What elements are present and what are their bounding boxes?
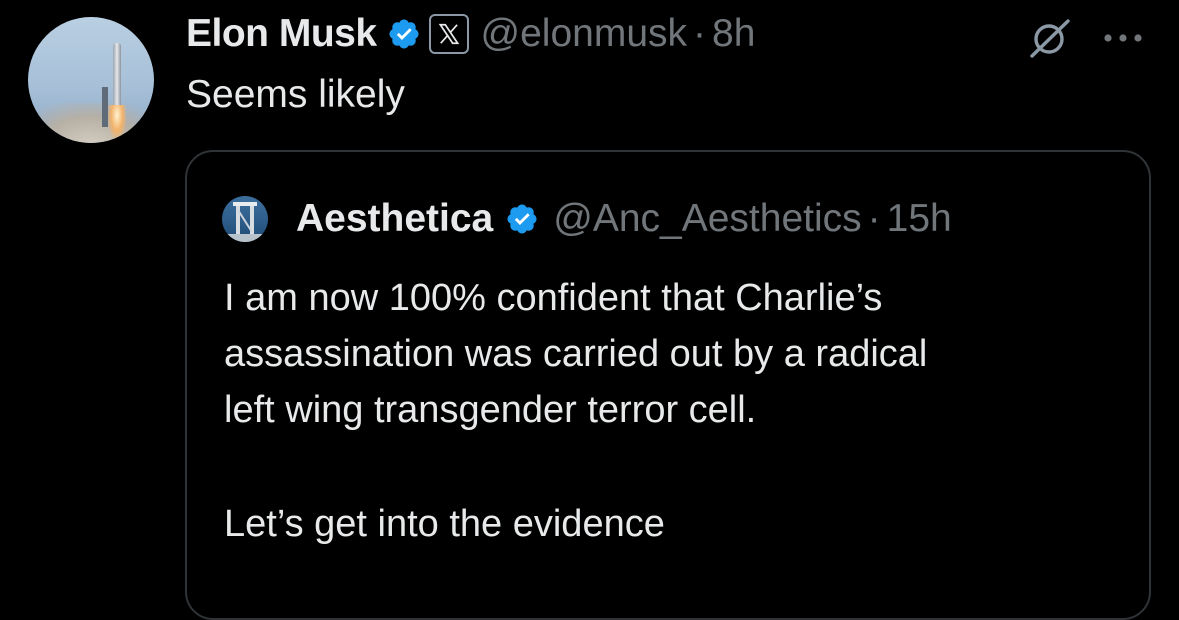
quote-text-line: I am now 100% confident that Charlie’s	[224, 277, 883, 319]
meta-separator: ·	[693, 12, 707, 55]
quote-text: I am now 100% confident that Charlie’s a…	[224, 270, 927, 552]
author-avatar[interactable]	[28, 17, 154, 143]
avatar-smoke	[28, 103, 154, 143]
avatar-flame	[108, 105, 126, 139]
tweet-header: Elon Musk @elonmusk · 8h	[186, 12, 755, 56]
more-dots-icon[interactable]	[1103, 30, 1147, 42]
quote-author-name[interactable]: Aesthetica	[296, 197, 493, 241]
quote-timestamp[interactable]: 15h	[887, 197, 952, 241]
quote-text-line: assassination was carried out by a radic…	[224, 333, 928, 375]
quote-text-line: Let’s get into the evidence	[224, 503, 665, 545]
verified-badge-icon[interactable]	[505, 202, 539, 236]
quote-header: Aesthetica @Anc_Aesthetics · 15h	[296, 196, 952, 242]
author-handle[interactable]: @elonmusk	[481, 12, 688, 56]
tweet-timestamp[interactable]: 8h	[712, 12, 755, 56]
author-name[interactable]: Elon Musk	[186, 12, 377, 56]
tweet-text: Seems likely	[186, 73, 405, 116]
grok-slash-icon[interactable]	[1024, 18, 1074, 58]
avatar-rocket	[113, 43, 121, 107]
x-logo-icon[interactable]	[428, 14, 469, 54]
quote-author-handle[interactable]: @Anc_Aesthetics	[553, 197, 861, 241]
quote-text-line: left wing transgender terror cell.	[224, 389, 757, 431]
quote-author-avatar[interactable]	[222, 196, 268, 242]
verified-badge-icon[interactable]	[387, 17, 421, 51]
quote-meta-separator: ·	[867, 197, 881, 240]
